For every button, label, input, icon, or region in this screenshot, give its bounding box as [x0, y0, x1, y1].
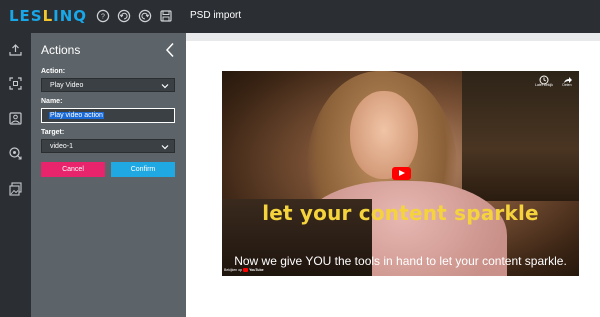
canvas-top-strip: [186, 33, 600, 41]
image-icon[interactable]: [8, 111, 23, 126]
image-layers-icon[interactable]: [8, 181, 23, 196]
cursor-target-icon[interactable]: [8, 146, 23, 161]
background-window: [462, 71, 579, 201]
action-select-value: Play Video: [50, 82, 84, 89]
confirm-button[interactable]: Confirm: [111, 162, 175, 177]
app-logo[interactable]: LESLINQ: [9, 8, 87, 25]
svg-text:?: ?: [101, 14, 105, 21]
logo-prefix: LES: [9, 7, 43, 25]
action-select[interactable]: Play Video: [41, 78, 175, 92]
top-bar: LESLINQ ? PSD import: [0, 0, 600, 33]
chevron-left-icon[interactable]: [164, 42, 176, 58]
person-face: [350, 91, 418, 179]
target-label: Target:: [41, 129, 65, 136]
help-icon[interactable]: ?: [96, 9, 110, 23]
logo-suffix: INQ: [53, 7, 88, 25]
undo-icon[interactable]: [117, 9, 131, 23]
name-label: Name:: [41, 98, 63, 105]
frame-icon[interactable]: [8, 76, 23, 91]
video-subtitle: Now we give YOU the tools in hand to let…: [234, 254, 567, 268]
panel-title: Actions: [41, 43, 81, 57]
actions-panel: Actions Action: Play Video Name: Play vi…: [31, 33, 186, 317]
youtube-label: YouTube: [249, 268, 264, 272]
youtube-logo-icon: [243, 268, 249, 272]
cancel-button[interactable]: Cancel: [41, 162, 105, 177]
name-input[interactable]: Play video action: [41, 108, 175, 123]
tool-rail: [0, 33, 31, 317]
name-input-value: Play video action: [49, 112, 104, 119]
target-select-value: video-1: [50, 143, 73, 150]
chevron-down-icon: [161, 84, 169, 89]
action-label: Action:: [41, 68, 66, 75]
target-select[interactable]: video-1: [41, 139, 175, 153]
save-icon[interactable]: [159, 9, 173, 23]
upload-icon[interactable]: [8, 42, 23, 57]
watch-later-label: Later bekijk: [535, 83, 553, 87]
redo-icon[interactable]: [138, 9, 152, 23]
play-button[interactable]: [392, 167, 411, 180]
video-embed[interactable]: Later bekijk Delen let your content spar…: [222, 71, 579, 276]
watch-on-label: Bekijken op: [224, 268, 243, 272]
share-label: Delen: [562, 83, 572, 87]
watch-on-youtube[interactable]: Bekijken op YouTube: [224, 268, 264, 272]
document-title: PSD import: [190, 10, 242, 21]
logo-accent: L: [42, 7, 54, 25]
chevron-down-icon: [161, 145, 169, 150]
video-headline: let your content sparkle: [262, 201, 539, 225]
